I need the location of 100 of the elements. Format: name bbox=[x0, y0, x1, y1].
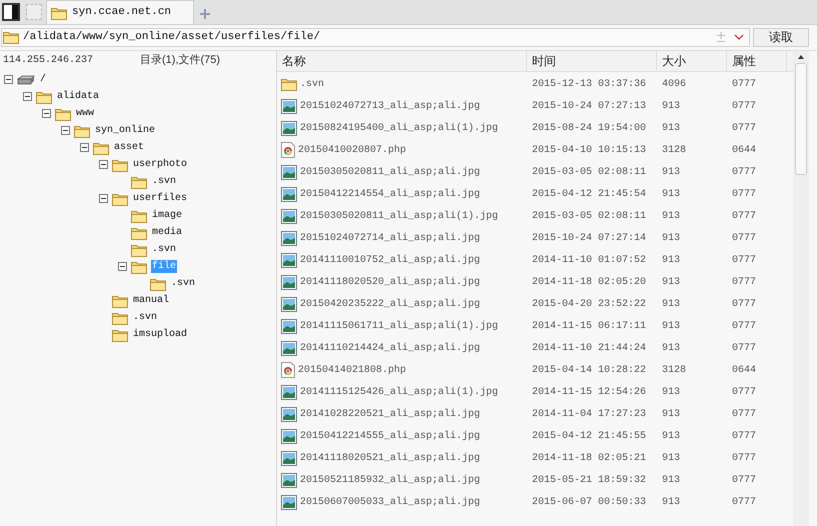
file-name[interactable]: 20150607005033_ali_asp;ali.jpg bbox=[300, 494, 480, 510]
file-name[interactable]: 20150305020811_ali_asp;ali(1).jpg bbox=[300, 208, 498, 224]
image-file-icon bbox=[281, 252, 297, 268]
tree-item[interactable]: .svn bbox=[151, 243, 178, 256]
file-name[interactable]: 20141028220521_ali_asp;ali.jpg bbox=[300, 406, 480, 422]
column-header[interactable]: 属性 bbox=[727, 51, 787, 71]
folder-icon bbox=[131, 260, 147, 274]
collapse-toggle[interactable] bbox=[99, 194, 108, 203]
file-name[interactable]: 20141110010752_ali_asp;ali.jpg bbox=[300, 252, 480, 268]
path-field[interactable]: /alidata/www/syn_online/asset/userfiles/file/ bbox=[1, 28, 750, 46]
tree-item[interactable]: alidata bbox=[56, 90, 100, 103]
file-name[interactable]: 20141118020520_ali_asp;ali.jpg bbox=[300, 274, 480, 290]
tree-item[interactable]: .svn bbox=[132, 311, 158, 324]
table-cell-text: 913 bbox=[661, 210, 682, 224]
table-cell-text: 0777 bbox=[731, 78, 758, 92]
table-cell-text: 3128 bbox=[661, 364, 688, 378]
collapse-toggle[interactable] bbox=[61, 126, 70, 135]
column-header[interactable]: 名称 bbox=[277, 51, 527, 71]
table-cell-text: 0777 bbox=[731, 166, 758, 180]
file-name[interactable]: 20141115061711_ali_asp;ali(1).jpg bbox=[300, 318, 498, 334]
read-button[interactable]: 读取 bbox=[753, 28, 809, 46]
table-cell-text: 913 bbox=[661, 408, 682, 422]
collapse-toggle[interactable] bbox=[118, 262, 127, 271]
chevron-down-icon[interactable] bbox=[734, 34, 744, 40]
tree-item[interactable]: manual bbox=[132, 294, 170, 307]
tree-item[interactable]: media bbox=[151, 226, 184, 239]
folder-icon bbox=[51, 6, 67, 20]
tree-item[interactable]: .svn bbox=[170, 277, 196, 290]
table-cell-text: 2014-11-15 06:17:11 bbox=[531, 320, 648, 334]
file-name[interactable]: 20150305020811_ali_asp;ali.jpg bbox=[300, 164, 480, 180]
folder-icon bbox=[112, 328, 128, 342]
table-cell-text: 2015-04-10 10:15:13 bbox=[531, 144, 648, 158]
tree-item[interactable]: imsupload bbox=[132, 328, 188, 341]
tree-item[interactable]: / bbox=[39, 73, 48, 86]
scrollbar-thumb[interactable] bbox=[795, 63, 807, 175]
table-cell-text: 913 bbox=[661, 474, 682, 488]
image-file-icon bbox=[281, 120, 297, 136]
image-file-icon bbox=[281, 208, 297, 224]
table-cell-text: 2014-11-15 12:54:26 bbox=[531, 386, 648, 400]
scroll-up-icon[interactable] bbox=[798, 55, 804, 59]
browser-file-icon bbox=[281, 362, 295, 378]
column-header[interactable]: 时间 bbox=[527, 51, 657, 71]
table-cell-text: 913 bbox=[661, 496, 682, 510]
table-cell-text: 913 bbox=[661, 166, 682, 180]
file-name[interactable]: 20150420235222_ali_asp;ali.jpg bbox=[300, 296, 480, 312]
tab[interactable]: syn.ccae.net.cn bbox=[46, 0, 194, 24]
folder-icon bbox=[93, 140, 109, 154]
folder-icon bbox=[3, 30, 19, 44]
tree-item[interactable]: .svn bbox=[151, 175, 178, 188]
tree-item[interactable]: userfiles bbox=[132, 192, 188, 205]
folder-icon bbox=[112, 294, 128, 308]
file-name[interactable]: 20150412214554_ali_asp;ali.jpg bbox=[300, 186, 480, 202]
scrollbar[interactable] bbox=[793, 51, 809, 526]
table-cell-text: 913 bbox=[661, 452, 682, 466]
tree-item[interactable]: syn_online bbox=[94, 124, 156, 137]
file-name[interactable]: 20141118020521_ali_asp;ali.jpg bbox=[300, 450, 480, 466]
collapse-toggle[interactable] bbox=[23, 92, 32, 101]
image-file-icon bbox=[281, 384, 297, 400]
file-name[interactable]: 20150410020807.php bbox=[298, 142, 406, 158]
file-name[interactable]: .svn bbox=[300, 76, 324, 92]
file-name[interactable]: 20141110214424_ali_asp;ali.jpg bbox=[300, 340, 480, 356]
table-cell-text: 0777 bbox=[731, 474, 758, 488]
collapse-toggle[interactable] bbox=[42, 109, 51, 118]
tree-item[interactable]: image bbox=[151, 209, 184, 222]
file-name[interactable]: 20151024072714_ali_asp;ali.jpg bbox=[300, 230, 480, 246]
image-file-icon bbox=[281, 406, 297, 422]
panel-toggle-icon[interactable] bbox=[2, 3, 20, 21]
table-cell-text: 913 bbox=[661, 254, 682, 268]
file-name[interactable]: 20141115125426_ali_asp;ali(1).jpg bbox=[300, 384, 498, 400]
folder-icon bbox=[131, 242, 147, 256]
collapse-toggle[interactable] bbox=[99, 160, 108, 169]
file-name[interactable]: 20150521185932_ali_asp;ali.jpg bbox=[300, 472, 480, 488]
table-cell-text: 2015-04-14 10:28:22 bbox=[531, 364, 648, 378]
image-file-icon bbox=[281, 98, 297, 114]
column-header[interactable]: 大小 bbox=[657, 51, 727, 71]
tree-item[interactable]: userphoto bbox=[132, 158, 188, 171]
tree-item[interactable]: www bbox=[75, 107, 96, 120]
image-file-icon bbox=[281, 230, 297, 246]
table-cell-text: 2015-05-21 18:59:32 bbox=[531, 474, 648, 488]
table-cell-text: 0777 bbox=[731, 386, 758, 400]
table-cell-text: 0777 bbox=[731, 210, 758, 224]
browser-file-icon bbox=[281, 142, 295, 158]
folder-icon bbox=[112, 158, 128, 172]
table-cell-text: 913 bbox=[661, 100, 682, 114]
table-cell-text: 913 bbox=[661, 232, 682, 246]
file-name[interactable]: 20150414021808.php bbox=[298, 362, 406, 378]
folder-icon bbox=[131, 208, 147, 222]
collapse-toggle[interactable] bbox=[80, 143, 89, 152]
image-file-icon bbox=[281, 450, 297, 466]
table-cell-text: 913 bbox=[661, 386, 682, 400]
collapse-toggle[interactable] bbox=[4, 75, 13, 84]
table-cell-text: 913 bbox=[661, 342, 682, 356]
file-name[interactable]: 20150412214555_ali_asp;ali.jpg bbox=[300, 428, 480, 444]
table-cell-text: 913 bbox=[661, 430, 682, 444]
file-name[interactable]: 20151024072713_ali_asp;ali.jpg bbox=[300, 98, 480, 114]
table-cell-text: 0777 bbox=[731, 232, 758, 246]
file-name[interactable]: 20150824195400_ali_asp;ali(1).jpg bbox=[300, 120, 498, 136]
tree-item[interactable]: asset bbox=[113, 141, 146, 154]
folder-icon bbox=[131, 174, 147, 188]
table-cell-text: 2015-10-24 07:27:13 bbox=[531, 100, 648, 114]
